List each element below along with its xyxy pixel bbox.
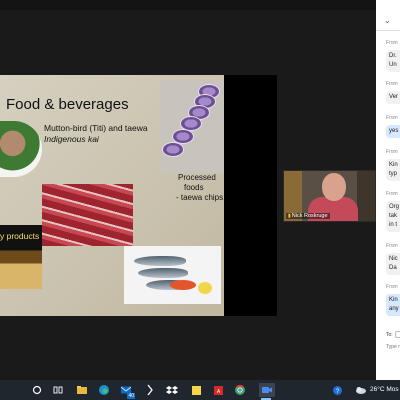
chat-message-text: in t [389, 222, 398, 228]
chat-sender: From [386, 149, 398, 155]
fish-shape [138, 268, 188, 278]
microphone-icon: ▮ [288, 213, 291, 219]
bird-caption: Mutton-bird (Titi) and taewa Indigenous … [44, 123, 148, 145]
bird-caption-line1: Mutton-bird (Titi) and taewa [44, 123, 148, 133]
start-icon[interactable] [30, 383, 44, 397]
file-explorer-icon[interactable] [75, 383, 89, 397]
chat-message-text: Kin [389, 162, 398, 168]
participant-video-tile[interactable]: ▮Nick Roskruge [283, 170, 376, 222]
arrow-icon[interactable] [143, 383, 157, 397]
fish-shape [134, 256, 186, 266]
slide-side-bar [224, 75, 277, 316]
mail-badge: 40 [127, 393, 135, 399]
chrome-icon[interactable] [233, 383, 247, 397]
chat-message-text: Nic [389, 256, 398, 262]
sticky-notes-icon[interactable] [189, 383, 203, 397]
weather-text: Mos [386, 386, 399, 393]
chat-message[interactable]: Kin any [386, 294, 400, 316]
chat-sender: From [386, 115, 398, 121]
weather-icon[interactable] [354, 383, 368, 397]
chat-message-text: Org [389, 204, 400, 210]
slide-title: Food & beverages [6, 96, 129, 113]
shrimp-shape [170, 280, 196, 290]
mutton-bird-dish-image [0, 121, 42, 177]
chat-message-text: Ver [389, 94, 399, 100]
chat-panel: ⌄ From Dr. Un From Ver From yes From Kin… [376, 0, 400, 380]
chip-shape [162, 142, 184, 157]
chips-caption: Processed foods - taewa chips [170, 173, 223, 203]
chat-sender: From [386, 284, 398, 290]
chat-message-text: typ [389, 171, 398, 177]
chat-message-text: Dr. [389, 53, 397, 59]
weather-temperature[interactable]: 26°C Mos [370, 386, 399, 393]
shared-slide: Food & beverages Mutton-bird (Titi) and … [0, 75, 224, 316]
chat-divider [376, 30, 400, 31]
zoom-meeting-window: Food & beverages Mutton-bird (Titi) and … [0, 0, 400, 400]
temperature-text: 26°C [370, 386, 385, 393]
meat-image [42, 184, 133, 246]
chat-message[interactable]: Org tak in t [386, 201, 400, 232]
chips-caption-line1: Processed [178, 173, 216, 182]
chat-message[interactable]: Ver [386, 91, 400, 104]
chat-message-text: tak [389, 213, 398, 219]
lemon-shape [198, 282, 212, 294]
recipient-dropdown[interactable] [394, 331, 400, 338]
chat-message-text: Da [389, 265, 397, 271]
participant-head [322, 173, 346, 201]
help-icon[interactable]: ? [330, 383, 344, 397]
chat-message[interactable]: Dr. Un [386, 50, 400, 72]
chat-message-input[interactable] [386, 344, 400, 350]
chips-caption-line2: foods [184, 183, 204, 192]
dropbox-icon[interactable] [165, 383, 179, 397]
chips-caption-line3: - taewa chips [176, 193, 224, 202]
chat-to-label: To: [386, 331, 393, 338]
chat-message-text: yes [389, 128, 399, 134]
dairy-caption: y products [0, 231, 40, 241]
seafood-image [124, 246, 221, 304]
zoom-icon[interactable] [259, 383, 275, 400]
edge-icon[interactable] [97, 383, 111, 397]
chat-sender: From [386, 191, 398, 197]
participant-name: Nick Roskruge [291, 213, 328, 219]
windows-taskbar: 40 A ? 26°C Mos [0, 380, 400, 400]
chat-sender: From [386, 40, 398, 46]
bird-caption-line2: Indigenous kai [44, 134, 99, 144]
top-bar [0, 0, 376, 10]
chat-sender: From [386, 243, 398, 249]
chat-message-text: Un [389, 62, 397, 68]
participant-name-label: ▮Nick Roskruge [286, 213, 330, 219]
chat-message[interactable]: yes [386, 125, 400, 138]
chat-message[interactable]: Nic Da [386, 253, 400, 275]
chat-sender: From [386, 81, 398, 87]
taewa-chips-image [160, 80, 224, 173]
chat-recipient[interactable]: To: [386, 331, 400, 338]
chat-message-text: any [389, 306, 399, 312]
chat-message-text: Kin [389, 297, 398, 303]
mail-icon[interactable]: 40 [119, 383, 135, 399]
task-view-icon[interactable] [51, 383, 65, 397]
chevron-down-icon[interactable]: ⌄ [384, 16, 391, 25]
pdf-icon[interactable]: A [211, 383, 225, 397]
chat-message[interactable]: Kin typ [386, 159, 400, 181]
